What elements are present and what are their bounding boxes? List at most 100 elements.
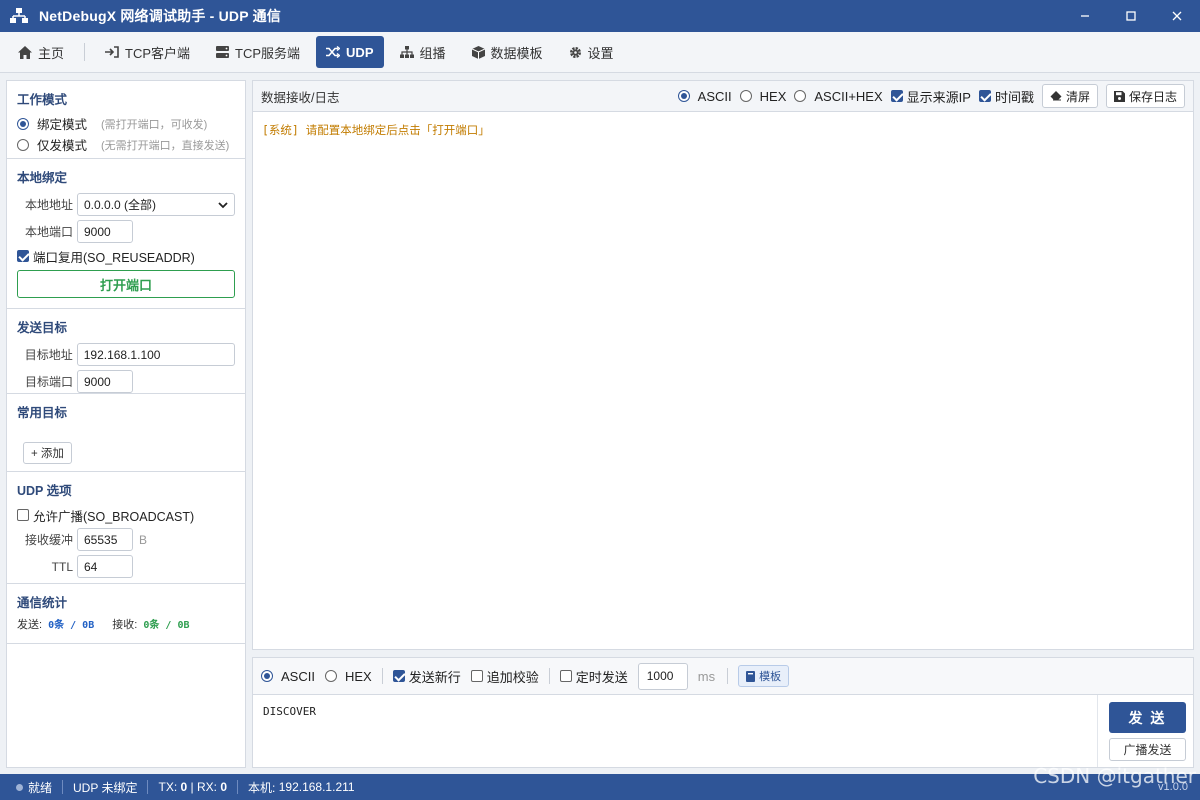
ttl-row: TTL 64 — [17, 553, 235, 580]
local-port-row: 本地端口 9000 — [17, 218, 235, 245]
section-title: 通信统计 — [17, 596, 68, 610]
reuse-addr-checkbox[interactable]: 端口复用(SO_REUSEADDR) — [17, 245, 235, 267]
field-label: TTL — [51, 559, 73, 574]
tab-label: TCP服务端 — [235, 45, 301, 61]
add-target-button[interactable]: + 添加 — [23, 442, 72, 464]
show-source-ip-checkbox[interactable]: 显示来源IP — [890, 87, 971, 106]
radio-label: ASCII — [281, 668, 315, 684]
select-value: 0.0.0.0 (全部) — [84, 198, 157, 212]
checkbox[interactable] — [470, 670, 483, 682]
log-line: [系统] 请配置本地绑定后点击「打开端口」 — [262, 123, 490, 137]
radio-button[interactable] — [739, 90, 752, 102]
timestamp-checkbox[interactable]: 时间戳 — [978, 87, 1034, 106]
recv-format-ascii-hex[interactable]: ASCII+HEX — [794, 89, 883, 104]
stats-section: 通信统计 发送: 0条 / 0B 接收: 0条 / 0B — [7, 584, 245, 644]
interval-input[interactable]: 1000 — [637, 662, 688, 690]
tab-label: 主页 — [38, 45, 65, 61]
cube-icon — [471, 45, 485, 59]
send-target-section: 发送目标 目标地址 192.168.1.100 目标端口 9000 — [7, 309, 245, 394]
shuffle-icon — [326, 46, 341, 58]
checkbox-label: 允许广播(SO_BROADCAST) — [33, 509, 195, 524]
checkbox[interactable] — [559, 670, 572, 682]
target-port-input[interactable]: 9000 — [77, 370, 133, 393]
save-log-button[interactable]: 保存日志 — [1105, 84, 1185, 108]
tab-udp[interactable]: UDP — [316, 36, 384, 68]
status-dot — [16, 783, 23, 791]
local-address-select[interactable]: 0.0.0.0 (全部) — [77, 193, 235, 216]
unit-label: B — [139, 532, 148, 547]
tab-multicast[interactable]: 组播 — [390, 36, 456, 68]
bind-mode-radio[interactable]: 绑定模式 (需打开端口，可收发) — [17, 113, 235, 134]
send-toolbar: ASCII HEX 发送新行 追加校验 定时发送 1000 ms 模板 — [253, 658, 1193, 695]
title-bar: NetDebugX 网络调试助手 - UDP 通信 — [0, 0, 1200, 32]
radio-button[interactable] — [17, 117, 29, 130]
status-divider — [62, 780, 64, 794]
checkbox[interactable] — [978, 90, 991, 102]
radio-button[interactable] — [324, 670, 337, 682]
send-format-ascii[interactable]: ASCII — [261, 669, 315, 684]
tab-tcp-client[interactable]: TCP客户端 — [95, 36, 200, 68]
clear-button[interactable]: 清屏 — [1041, 84, 1098, 108]
send-textarea[interactable]: DISCOVER — [253, 695, 1098, 767]
local-address-row: 本地地址 0.0.0.0 (全部) — [17, 191, 235, 218]
radio-button[interactable] — [261, 670, 273, 682]
tab-home[interactable]: 主页 — [8, 36, 74, 68]
checkbox-label: 显示来源IP — [906, 89, 971, 105]
send-only-mode-radio[interactable]: 仅发模式 (无需打开端口，直接发送) — [17, 134, 235, 155]
radio-button[interactable] — [17, 138, 29, 151]
send-button[interactable]: 发 送 — [1109, 702, 1186, 733]
checkbox-label: 追加校验 — [486, 669, 539, 685]
recv-format-hex[interactable]: HEX — [739, 89, 786, 104]
section-title: 工作模式 — [17, 93, 68, 107]
checkbox[interactable] — [392, 670, 405, 682]
home-icon — [18, 45, 32, 59]
checkbox[interactable] — [17, 250, 29, 262]
minimize-button[interactable] — [1062, 0, 1108, 32]
chevron-down-icon — [218, 198, 228, 212]
window-title: NetDebugX 网络调试助手 - UDP 通信 — [39, 8, 281, 24]
local-port-input[interactable]: 9000 — [77, 220, 133, 243]
tab-tcp-server[interactable]: TCP服务端 — [206, 36, 310, 68]
ttl-input[interactable]: 64 — [77, 555, 133, 578]
broadcast-checkbox[interactable]: 允许广播(SO_BROADCAST) — [17, 504, 235, 526]
gear-icon — [569, 46, 582, 59]
send-newline-checkbox[interactable]: 发送新行 — [392, 667, 461, 686]
field-label: 本地端口 — [24, 225, 73, 239]
radio-button[interactable] — [794, 90, 807, 102]
close-button[interactable] — [1154, 0, 1200, 32]
eraser-icon — [1050, 91, 1062, 101]
open-port-button[interactable]: 打开端口 — [17, 270, 235, 298]
radio-hint: (需打开端口，可收发) — [101, 118, 208, 131]
sign-in-icon — [105, 46, 119, 58]
button-label: 清屏 — [1065, 89, 1090, 104]
checkbox[interactable] — [890, 90, 903, 102]
section-title: 常用目标 — [17, 406, 68, 420]
radio-button[interactable] — [677, 90, 690, 102]
tab-label: TCP客户端 — [125, 45, 191, 61]
send-format-hex[interactable]: HEX — [324, 669, 372, 684]
network-icon — [9, 6, 29, 26]
append-checksum-checkbox[interactable]: 追加校验 — [470, 667, 539, 686]
broadcast-send-button[interactable]: 广播发送 — [1109, 738, 1186, 761]
checkbox-label: 端口复用(SO_REUSEADDR) — [33, 250, 195, 265]
tab-label: 组播 — [419, 45, 446, 61]
tab-settings[interactable]: 设置 — [559, 36, 624, 68]
close-icon — [1172, 11, 1182, 21]
checkbox-label: 发送新行 — [408, 669, 461, 685]
field-label: 目标地址 — [24, 348, 73, 362]
recv-stats-label: 接收: — [112, 619, 138, 631]
tab-data-template[interactable]: 数据模板 — [462, 36, 553, 68]
receive-log[interactable]: [系统] 请配置本地绑定后点击「打开端口」 — [253, 112, 1193, 148]
target-address-input[interactable]: 192.168.1.100 — [76, 343, 235, 366]
checkbox[interactable] — [17, 509, 29, 521]
section-title: 本地绑定 — [17, 171, 68, 185]
template-button[interactable]: 模板 — [738, 665, 790, 687]
recv-buffer-input[interactable]: 65535 — [77, 528, 133, 551]
maximize-button[interactable] — [1108, 0, 1154, 32]
recv-format-ascii[interactable]: ASCII — [677, 89, 732, 104]
tab-label: 设置 — [587, 45, 614, 61]
status-divider — [147, 780, 149, 794]
local-bind-section: 本地绑定 本地地址 0.0.0.0 (全部) 本地端口 9000 端口复用(SO… — [7, 159, 245, 309]
timed-send-checkbox[interactable]: 定时发送 — [559, 667, 628, 686]
field-label: 本地地址 — [24, 198, 73, 212]
